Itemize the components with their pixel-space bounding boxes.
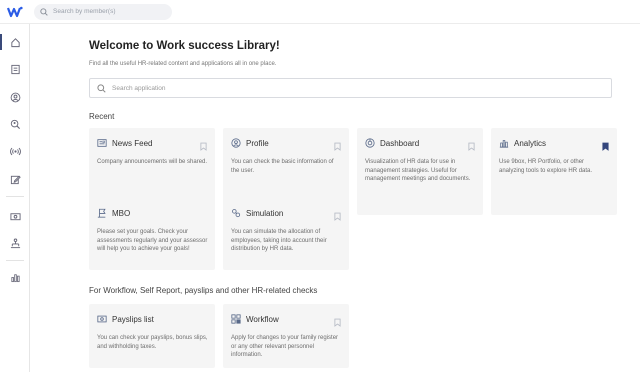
sidebar-item-reports[interactable]	[0, 267, 30, 287]
sidebar-divider	[6, 196, 24, 197]
bookmark-button[interactable]	[334, 138, 341, 156]
document-icon	[10, 64, 20, 74]
app-card-description: You can check the basic information of t…	[231, 159, 334, 174]
money-icon	[9, 212, 21, 220]
app-card-analytics[interactable]: Analytics Use 9box, HR Portfolio, or oth…	[491, 128, 617, 215]
app-card-description: Please set your goals. Check your assess…	[97, 229, 208, 253]
app-card-title: News Feed	[112, 138, 153, 148]
bookmark-icon	[200, 142, 207, 151]
sidebar-divider	[6, 260, 24, 261]
edit-icon	[10, 175, 21, 184]
simulation-icon	[232, 209, 241, 218]
app-card-dashboard[interactable]: Dashboard Visualization of HR data for u…	[357, 128, 483, 215]
page-subtitle: Find all the useful HR-related content a…	[89, 61, 277, 67]
bookmark-icon	[334, 142, 341, 151]
sidebar-item-home[interactable]	[0, 32, 30, 52]
bookmark-icon	[334, 318, 341, 327]
people-search-icon	[10, 119, 20, 129]
bar-chart-icon	[10, 273, 20, 282]
broadcast-icon	[9, 147, 21, 155]
home-icon	[10, 37, 20, 47]
dashboard-icon	[365, 138, 375, 148]
person-icon	[10, 92, 20, 102]
sidebar-item-organization[interactable]	[0, 233, 30, 253]
bookmark-button[interactable]	[602, 138, 609, 156]
app-card-title: Profile	[246, 138, 269, 148]
bookmark-button[interactable]	[334, 208, 341, 226]
mbo-icon	[97, 208, 106, 218]
app-card-mbo[interactable]: MBO Please set your goals. Check your as…	[89, 198, 215, 270]
workflow-icon	[231, 314, 241, 324]
app-logo[interactable]	[0, 0, 30, 24]
sidebar-item-payroll[interactable]	[0, 206, 30, 226]
app-card-workflow[interactable]: Workflow Apply for changes to your famil…	[223, 304, 349, 368]
app-card-title: Dashboard	[380, 138, 420, 148]
application-search-input[interactable]: Search application	[89, 78, 612, 98]
app-card-description: You can simulate the allocation of emplo…	[231, 229, 327, 253]
app-card-title: MBO	[112, 208, 131, 218]
app-card-title: Simulation	[246, 208, 284, 218]
org-chart-icon	[10, 238, 20, 248]
sidebar-item-people-search[interactable]	[0, 114, 30, 134]
bookmark-icon	[334, 212, 341, 221]
bookmark-button[interactable]	[468, 138, 475, 156]
app-card-title: Payslips list	[112, 314, 154, 324]
member-search-placeholder: Search by member(s)	[53, 8, 116, 15]
application-search-placeholder: Search application	[112, 84, 166, 92]
news-feed-icon	[97, 139, 107, 147]
app-card-description: Company announcements will be shared.	[97, 159, 208, 165]
logo-icon	[7, 6, 23, 17]
app-card-description: You can check your payslips, bonus slips…	[97, 335, 208, 350]
sidebar-item-edit[interactable]	[0, 169, 30, 189]
member-search-input[interactable]: Search by member(s)	[34, 3, 172, 20]
payslip-icon	[97, 315, 107, 323]
app-card-payslips[interactable]: Payslips list You can check your payslip…	[89, 304, 215, 368]
bookmark-button[interactable]	[200, 138, 207, 156]
app-card-description: Apply for changes to your family registe…	[231, 335, 339, 359]
page-title: Welcome to Work success Library!	[89, 40, 280, 52]
analytics-icon	[499, 140, 509, 148]
recent-heading: Recent	[89, 112, 115, 121]
sidebar	[0, 24, 30, 372]
sidebar-item-profile[interactable]	[0, 87, 30, 107]
app-card-description: Use 9box, HR Portfolio, or other analyzi…	[499, 159, 593, 174]
bookmark-icon	[468, 142, 475, 151]
top-bar: Search by member(s)	[0, 0, 640, 24]
search-icon	[97, 83, 106, 93]
search-icon	[40, 7, 48, 16]
app-card-title: Analytics	[514, 138, 547, 148]
bookmark-filled-icon	[602, 142, 609, 151]
bookmark-button[interactable]	[334, 314, 341, 332]
sidebar-item-documents[interactable]	[0, 59, 30, 79]
app-card-simulation[interactable]: Simulation You can simulate the allocati…	[223, 198, 349, 270]
profile-icon	[231, 138, 241, 148]
app-card-title: Workflow	[246, 314, 279, 324]
workflow-heading: For Workflow, Self Report, payslips and …	[89, 286, 318, 295]
app-card-description: Visualization of HR data for use in mana…	[365, 159, 471, 183]
sidebar-item-broadcast[interactable]	[0, 141, 30, 161]
